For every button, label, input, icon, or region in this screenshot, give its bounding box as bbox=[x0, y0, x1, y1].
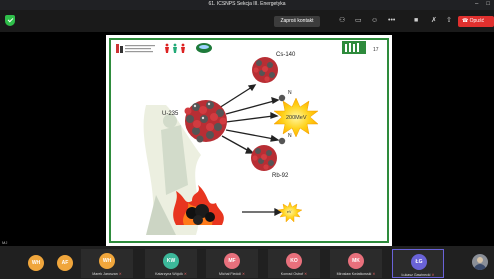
presentation-slide: 17 U-235 Cs-140 Rb-92 N N 200MeV eV bbox=[106, 35, 392, 246]
meeting-toolbar: Zaproś kontakt ⚇ ▭ ☺ ••• ■ ✗ ⇧ ☎ Opuść bbox=[0, 10, 494, 32]
participant-name: Łukasz Gawinecki ✕ bbox=[401, 273, 435, 277]
maximize-button[interactable]: □ bbox=[486, 1, 490, 8]
invite-contact-button[interactable]: Zaproś kontakt bbox=[274, 16, 320, 27]
participant-photo-avatar[interactable] bbox=[472, 254, 488, 270]
neutron-2-label: N bbox=[288, 133, 292, 139]
header-corner-badge bbox=[342, 41, 366, 54]
participant-tile[interactable]: ŁG Łukasz Gawinecki ✕ bbox=[392, 249, 444, 278]
participant-name: Katarzyna Wójcik ✕ bbox=[155, 272, 187, 276]
mic-icon[interactable]: ✗ bbox=[431, 17, 437, 25]
leave-button[interactable]: ☎ Opuść bbox=[458, 16, 494, 27]
participants-strip: WH AF WH Marek Jaroszan ✕ KW Katarzyna W… bbox=[0, 246, 494, 279]
neutron-1-label: N bbox=[288, 90, 292, 96]
avatar: KW bbox=[163, 253, 179, 269]
participant-tile[interactable]: KW Katarzyna Wójcik ✕ bbox=[145, 249, 197, 278]
uranium-label: U-235 bbox=[162, 111, 179, 117]
slide-header-logos bbox=[116, 43, 212, 53]
avatar[interactable]: AF bbox=[57, 255, 73, 271]
shield-icon[interactable] bbox=[5, 15, 15, 26]
rb92-label: Rb-92 bbox=[272, 173, 289, 179]
more-icon[interactable]: ••• bbox=[388, 17, 395, 25]
uranium-nucleus bbox=[184, 100, 227, 143]
people-logo bbox=[165, 43, 185, 53]
mic-muted-icon: ✕ bbox=[183, 272, 187, 276]
share-icon[interactable]: ⇧ bbox=[446, 17, 452, 25]
participant-name: Konrad Ostrof ✕ bbox=[280, 272, 308, 276]
energy-label: 200MeV bbox=[286, 115, 307, 121]
avatar: MF bbox=[224, 253, 240, 269]
avatar: WH bbox=[99, 253, 115, 269]
mic-muted-icon: ✕ bbox=[431, 273, 435, 277]
mic-muted-icon: ✕ bbox=[304, 272, 308, 276]
small-energy-label: eV bbox=[287, 210, 292, 214]
avatar: KO bbox=[286, 253, 302, 269]
avatar: ŁG bbox=[411, 254, 427, 270]
mic-muted-icon: ✕ bbox=[118, 272, 122, 276]
participant-name: Michał Fiedoli ✕ bbox=[219, 272, 245, 276]
camera-icon[interactable]: ■ bbox=[414, 17, 418, 25]
window-title: 61. ICSNPS Sekcja III. Energetyka bbox=[208, 1, 286, 7]
participant-tile[interactable]: MK Mirosław Kwiatkowski ✕ bbox=[330, 249, 382, 278]
participant-tile[interactable]: WH Marek Jaroszan ✕ bbox=[81, 249, 133, 278]
cs140-nucleus bbox=[252, 57, 278, 83]
page-number: 17 bbox=[373, 47, 379, 53]
participant-name: Marek Jaroszan ✕ bbox=[92, 272, 122, 276]
rb92-nucleus bbox=[251, 145, 277, 171]
reactions-icon[interactable]: ☺ bbox=[371, 17, 378, 25]
slide-graphic: 17 U-235 Cs-140 Rb-92 N N 200MeV eV bbox=[109, 38, 389, 243]
minimize-button[interactable]: – bbox=[475, 1, 478, 8]
window-controls: – □ bbox=[475, 1, 490, 8]
mic-muted-icon: ✕ bbox=[372, 272, 376, 276]
avatar: MK bbox=[348, 253, 364, 269]
neutron-1 bbox=[278, 94, 286, 102]
people-icon[interactable]: ⚇ bbox=[339, 17, 345, 25]
participant-tile[interactable]: KO Konrad Ostrof ✕ bbox=[268, 249, 320, 278]
participant-tile[interactable]: MF Michał Fiedoli ✕ bbox=[206, 249, 258, 278]
mic-muted-icon: ✕ bbox=[241, 272, 245, 276]
avatar[interactable]: WH bbox=[28, 255, 44, 271]
title-bar: 61. ICSNPS Sekcja III. Energetyka – □ bbox=[0, 0, 494, 10]
neutron-2 bbox=[278, 137, 286, 145]
phone-icon: ☎ bbox=[462, 18, 469, 24]
participant-name: Mirosław Kwiatkowski ✕ bbox=[336, 272, 376, 276]
leave-label: Opuść bbox=[469, 18, 485, 24]
chat-icon[interactable]: ▭ bbox=[355, 17, 362, 25]
presenter-initials: MJ bbox=[2, 240, 8, 245]
cs140-label: Cs-140 bbox=[276, 52, 296, 58]
